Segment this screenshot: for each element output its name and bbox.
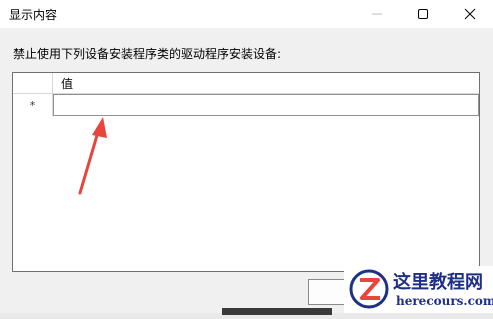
watermark: 这里教程网 herecours.com <box>344 266 493 313</box>
background-text-fragment <box>222 308 332 315</box>
watermark-name: 这里教程网 <box>393 272 483 293</box>
watermark-logo-icon <box>349 269 389 309</box>
background-window-fragment <box>222 300 342 315</box>
watermark-url: herecours.com <box>396 294 493 308</box>
dialog-window: 显示内容 禁止使用下列设备安装程序类的驱动程序安装设备: 值 * 这里教程网 h… <box>0 0 493 315</box>
